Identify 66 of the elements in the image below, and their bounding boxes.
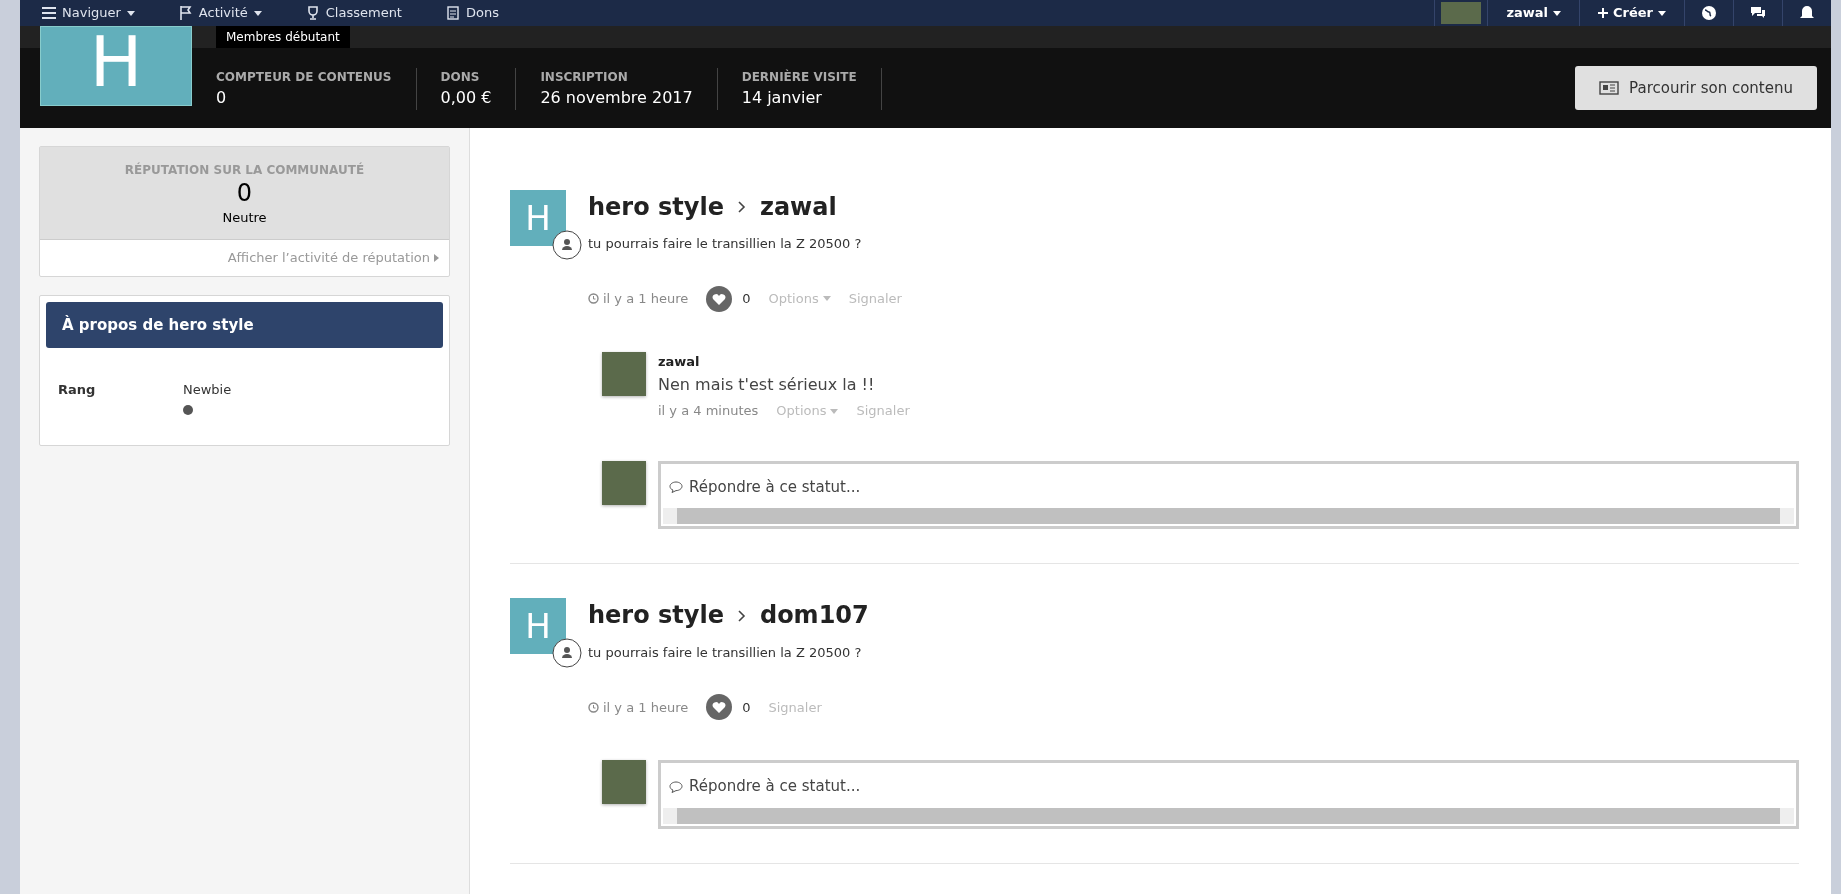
horizontal-scrollbar[interactable] — [663, 508, 1794, 525]
user-badge-icon — [552, 230, 582, 260]
speech-bubble-icon — [669, 481, 683, 494]
bell-icon[interactable] — [1799, 5, 1815, 21]
status-target[interactable]: zawal — [759, 194, 837, 221]
user-avatar-photo — [602, 760, 646, 805]
newspaper-icon — [1599, 80, 1620, 95]
chevron-right-icon — [737, 201, 746, 214]
trophy-icon — [305, 6, 320, 20]
like-count: 0 — [742, 290, 751, 309]
reputation-standing: Neutre — [221, 208, 268, 227]
status-target[interactable]: dom107 — [759, 602, 869, 629]
reply-avatar-photo — [602, 351, 646, 396]
stat-value: 14 janvier — [741, 87, 823, 109]
reply-editor[interactable]: Répondre à ce statut... — [658, 460, 1799, 530]
reply-text: Nen mais t'est sérieux la !! — [658, 374, 876, 397]
timestamp: il y a 1 heure — [588, 697, 689, 718]
globe-icon[interactable] — [1701, 5, 1717, 21]
document-icon — [445, 6, 460, 20]
group-label: Membres débutant — [216, 26, 350, 48]
rank-pip-icon — [183, 405, 193, 416]
nav-item[interactable]: Naviguer — [20, 3, 157, 23]
user-avatar-photo[interactable] — [1441, 2, 1482, 24]
plus-icon — [1598, 8, 1608, 18]
stat-value: 0 — [216, 87, 228, 109]
caret-icon — [822, 296, 831, 302]
flag-icon — [178, 6, 193, 20]
nav-item[interactable]: Activité — [156, 3, 284, 23]
user-avatar-photo — [602, 460, 646, 505]
nav-item[interactable]: Dons — [423, 3, 521, 23]
reputation-title: RÉPUTATION SUR LA COMMUNAUTÉ — [123, 161, 366, 179]
stat-label: DERNIÈRE VISITE — [741, 68, 857, 86]
caret-icon — [1553, 10, 1561, 16]
status-author[interactable]: hero style — [588, 194, 724, 221]
status-author[interactable]: hero style — [588, 602, 724, 629]
caret-icon — [126, 10, 135, 16]
chevron-right-icon — [737, 609, 746, 622]
reputation-score: 0 — [235, 179, 254, 208]
clock-icon — [588, 701, 599, 713]
stat-value: 26 novembre 2017 — [540, 87, 693, 109]
nav-item[interactable]: Classement — [283, 3, 424, 23]
stat-label: COMPTEUR DE CONTENUS — [216, 69, 392, 86]
like-count: 0 — [742, 698, 751, 717]
status-text: tu pourrais faire le transillien la Z 20500 ? — [588, 235, 863, 254]
caret-icon — [253, 10, 262, 16]
field-label: Rang — [58, 381, 97, 400]
menu-icon — [42, 6, 56, 20]
timestamp: il y a 1 heure — [588, 289, 689, 309]
timestamp: il y a 4 minutes — [658, 402, 759, 421]
caret-icon — [830, 408, 839, 414]
user-badge-icon — [552, 638, 582, 669]
about-heading: À propos de hero style — [46, 301, 443, 349]
reply-editor[interactable]: Répondre à ce statut... — [658, 760, 1799, 829]
field-value: Newbie — [183, 381, 232, 400]
caret-right-icon — [434, 254, 439, 263]
reply-author[interactable]: zawal — [658, 351, 910, 372]
profile-avatar: H — [40, 26, 192, 106]
browse-content-button[interactable]: Parcourir son contenu — [1575, 65, 1817, 110]
stat-value: 0,00 € — [440, 87, 492, 109]
stat-label: DONS — [440, 69, 481, 86]
caret-icon — [1658, 10, 1666, 16]
clock-icon — [588, 293, 599, 305]
status-text: tu pourrais faire le transillien la Z 20500 ? — [588, 643, 863, 662]
speech-bubble-icon — [669, 780, 683, 793]
horizontal-scrollbar[interactable] — [663, 807, 1794, 824]
stat-label: INSCRIPTION — [540, 69, 629, 86]
